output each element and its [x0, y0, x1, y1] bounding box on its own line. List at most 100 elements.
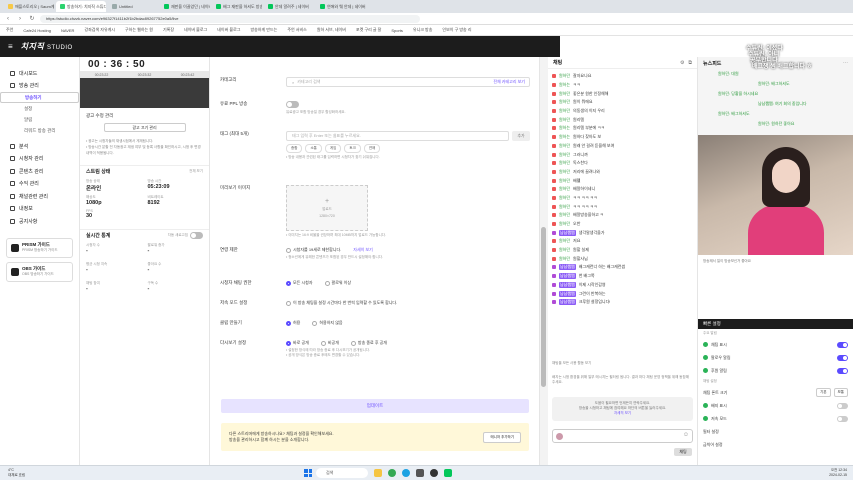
back-icon[interactable]: ‹	[4, 16, 12, 22]
font-select[interactable]: 기본	[816, 388, 831, 397]
chat-nickname[interactable]: 원하던	[559, 99, 570, 105]
chat-help-link[interactable]: 자세히 보기	[552, 411, 693, 416]
edge-icon[interactable]	[402, 469, 410, 477]
chat-nickname[interactable]: 냠냠쨈쨈	[559, 264, 576, 271]
bookmark-item[interactable]: NAVER	[61, 28, 74, 33]
windows-start-icon[interactable]	[304, 469, 312, 477]
chrome-icon[interactable]	[388, 469, 396, 477]
chat-nickname[interactable]: 원하던	[559, 160, 570, 166]
emoji-icon[interactable]: ☺	[683, 432, 689, 438]
add-manager-button[interactable]: 매니저 추가하기	[483, 431, 521, 443]
chat-nickname[interactable]: 원하던	[559, 212, 570, 218]
setting-toggle[interactable]	[837, 415, 848, 422]
chat-nickname[interactable]: 냠냠쨈쨈	[559, 281, 576, 288]
chat-nickname[interactable]: 원하는	[559, 134, 570, 140]
setting-toggle[interactable]	[837, 354, 848, 361]
tag-add-button[interactable]: 추가	[512, 131, 530, 141]
sidebar-item[interactable]: 시청자 관리	[0, 153, 79, 166]
tag-chip[interactable]: 소통	[305, 144, 322, 153]
chat-nickname[interactable]: 냠냠쨈쨈	[559, 299, 576, 306]
chat-permission-option[interactable]: 팔로워 이상	[324, 280, 351, 286]
chat-nickname[interactable]: 원하던	[559, 91, 570, 97]
bookmark-item[interactable]: Cafe24 Hosting	[23, 28, 51, 33]
url-input[interactable]: https://studio.chzzk.naver.com/e96327f14…	[40, 14, 420, 23]
settings-link[interactable]: 필터 설정	[703, 425, 848, 438]
setting-toggle[interactable]	[837, 367, 848, 374]
setting-toggle[interactable]	[837, 341, 848, 348]
age-limit-option[interactable]: 시청자를 19세로 제한합니다.	[286, 247, 341, 253]
chat-nickname[interactable]: 원하던	[559, 221, 570, 227]
sidebar-item[interactable]: 방송 관리	[0, 80, 79, 93]
sidebar-item[interactable]: 설정	[0, 103, 79, 114]
sidebar-item[interactable]: 채널관련 관리	[0, 190, 79, 203]
chat-nickname[interactable]: 원하던	[559, 117, 570, 123]
chat-nickname[interactable]: 원하던	[559, 143, 570, 149]
bookmark-item[interactable]: 기록장	[163, 27, 174, 33]
chat-nickname[interactable]: 냠냠쨈쨈	[559, 290, 576, 297]
sidebar-item[interactable]: 콘텐츠 관리	[0, 165, 79, 178]
chat-nickname[interactable]: 원하던	[559, 204, 570, 210]
bookmark-item[interactable]: 주언	[6, 27, 13, 33]
store-icon[interactable]	[416, 469, 424, 477]
menu-icon[interactable]: ≡	[8, 42, 13, 51]
paid-ppl-toggle[interactable]	[286, 101, 299, 108]
popout-icon[interactable]: ⧉	[688, 60, 692, 66]
reload-icon[interactable]: ↻	[28, 15, 36, 22]
font-select[interactable]: 보통	[833, 388, 848, 397]
chat-send-button[interactable]: 채팅	[674, 448, 692, 456]
browser-tab[interactable]: 애플스토리오 | Saum게임	[4, 1, 54, 12]
chat-nickname[interactable]: 원하던	[559, 108, 570, 114]
browser-tab[interactable]: Untitled	[108, 1, 158, 12]
replay-option[interactable]: 비공개	[320, 340, 339, 346]
tag-input[interactable]: 태그 입력 후 Enter 또는 쉼표를 누르세요.	[286, 131, 509, 141]
chat-nickname[interactable]: 냠냠쨈쨈	[559, 229, 576, 236]
sidebar-item[interactable]: 리워드 방송 관리	[0, 125, 79, 136]
ad-manage-button[interactable]: 광고 끄기 관리	[103, 123, 186, 132]
chat-nickname[interactable]: 원하던	[559, 247, 570, 253]
browser-tab[interactable]: 방송하기: 치지직 스튜디오	[56, 1, 106, 12]
tag-chip[interactable]: 토크	[344, 144, 361, 153]
chat-input[interactable]: ☺	[552, 429, 693, 443]
sidebar-item[interactable]: 방송하기	[0, 92, 79, 103]
chat-nickname[interactable]: 원하던	[559, 178, 570, 184]
sidebar-item[interactable]: 내정보	[0, 203, 79, 216]
chat-nickname[interactable]: 원하던	[559, 238, 570, 244]
browser-tab[interactable]: 연애와 웨 안데 | 네이버	[316, 1, 366, 12]
setting-toggle[interactable]	[837, 402, 848, 409]
form-scrollbar[interactable]	[540, 57, 548, 465]
tag-chip[interactable]: 종합	[286, 144, 303, 153]
view-all-link[interactable]: 전체 보기	[189, 169, 203, 174]
bookmark-item[interactable]: 네이버 블로그	[217, 27, 240, 33]
chat-nickname[interactable]: 냠냠쨈쨈	[559, 273, 576, 280]
sidebar-item[interactable]: 알림	[0, 114, 79, 125]
forward-icon[interactable]: ›	[16, 16, 24, 22]
obs-icon[interactable]	[430, 469, 438, 477]
clock[interactable]: 오전 12:34 2024-02-15	[829, 468, 847, 478]
bookmark-item[interactable]: 구하는 웹하는 원	[125, 27, 153, 33]
replay-option[interactable]: 바로 공개	[286, 340, 309, 346]
app-logo[interactable]: 치지직 STUDIO	[21, 41, 73, 52]
bookmark-item[interactable]: 주언 서비스	[287, 27, 307, 33]
update-button[interactable]: 업데이트	[221, 399, 529, 413]
file-explorer-icon[interactable]	[374, 469, 382, 477]
slow-mode-option[interactable]: 이 방송 채팅을 설정 시간마다 한 번씩 입력할 수 있도록 합니다.	[286, 300, 518, 306]
tag-chip[interactable]: 연애	[363, 144, 381, 153]
bookmark-item[interactable]: Sports	[391, 28, 403, 33]
browser-tab[interactable]: 안데 알려주 | 네이버	[264, 1, 314, 12]
weather-widget[interactable]: 4°C 대체로 흐림	[8, 468, 25, 478]
auto-refresh-toggle[interactable]	[190, 232, 203, 239]
chat-nickname[interactable]: 원하던	[559, 256, 570, 262]
sidebar-item[interactable]: 분석	[0, 140, 79, 153]
bookmark-item[interactable]: 유니크 방송	[413, 27, 433, 33]
bookmark-item[interactable]: 강좌검색 자유게시	[84, 27, 115, 33]
replay-option[interactable]: 방송 종료 후 공개	[350, 340, 387, 346]
settings-link[interactable]: 금칙어 설정	[703, 438, 848, 451]
tag-chip[interactable]: 게임	[324, 144, 342, 153]
clip-option[interactable]: 허용하지 않음	[312, 320, 343, 326]
bookmark-item[interactable]: 방송하게 만드는	[250, 27, 277, 33]
age-more-link[interactable]: 자세히 보기	[353, 247, 373, 253]
sidebar-item[interactable]: 수익 관리	[0, 178, 79, 191]
taskbar-search[interactable]: 검색	[316, 468, 368, 478]
chat-nickname[interactable]: 원하던	[559, 186, 570, 192]
chat-permission-option[interactable]: 모든 시청자	[286, 280, 313, 286]
